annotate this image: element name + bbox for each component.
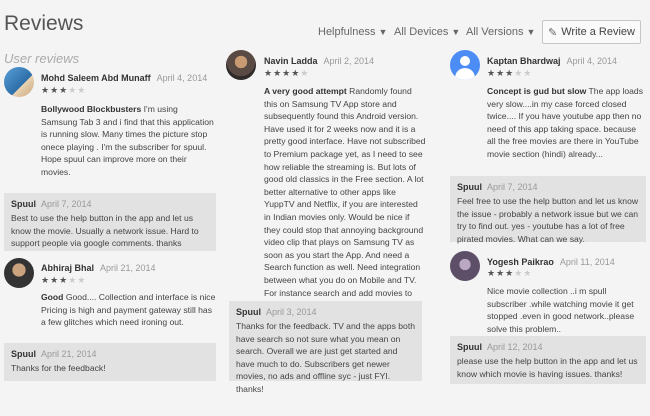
rating-stars: ★★★★★	[487, 68, 532, 79]
chevron-down-icon: ▼	[451, 27, 461, 37]
review-title: Concept is gud but slow	[487, 86, 587, 96]
reply-author: Spuul April 12, 2014	[457, 342, 639, 352]
avatar	[4, 258, 34, 288]
pencil-icon: ✎	[548, 26, 558, 39]
filter-label: All Devices	[394, 26, 449, 38]
rating-stars: ★★★★★	[487, 268, 532, 279]
reply-author-name: Spuul	[457, 182, 482, 192]
star-icon: ★★★	[487, 68, 515, 78]
reply-date: April 3, 2014	[266, 307, 317, 317]
star-empty-icon: ★	[300, 68, 310, 78]
star-empty-icon: ★★	[514, 268, 533, 278]
author-name: Navin Ladda	[264, 56, 318, 66]
reply-author: Spuul April 3, 2014	[236, 307, 415, 317]
reply-text: Feel free to use the help button and let…	[457, 196, 639, 244]
reply-author: Spuul April 21, 2014	[11, 349, 209, 359]
review-title: Good	[41, 292, 64, 302]
reply-author-name: Spuul	[11, 199, 36, 209]
reply-author: Spuul April 7, 2014	[11, 199, 209, 209]
write-review-button[interactable]: ✎ Write a Review	[542, 20, 641, 44]
reply-date: April 7, 2014	[41, 199, 92, 209]
avatar	[4, 67, 34, 97]
filter-versions[interactable]: All Versions ▼	[466, 26, 535, 38]
review-body: I'm using Samsung Tab 3 and i find that …	[41, 104, 214, 177]
chevron-down-icon: ▼	[378, 27, 388, 37]
filter-label: Helpfulness	[318, 26, 376, 38]
section-subtitle: User reviews	[4, 51, 80, 66]
review-date: April 4, 2014	[566, 56, 618, 66]
reply-author-name: Spuul	[236, 307, 261, 317]
avatar	[450, 251, 480, 281]
review-title: A very good attempt	[264, 86, 347, 96]
review-text: A very good attempt Randomly found this …	[264, 85, 426, 324]
developer-reply: Spuul April 3, 2014 Thanks for the feedba…	[229, 301, 422, 394]
author-name: Mohd Saleem Abd Munaff	[41, 73, 151, 83]
reply-author-name: Spuul	[11, 349, 36, 359]
review-author: Abhiraj Bhal April 21, 2014	[41, 263, 156, 273]
review-author: Mohd Saleem Abd Munaff April 4, 2014	[41, 73, 207, 83]
author-name: Kaptan Bhardwaj	[487, 56, 561, 66]
review-body: Randomly found this on Samsung TV App st…	[264, 86, 426, 323]
author-name: Yogesh Paikrao	[487, 257, 554, 267]
review-author: Yogesh Paikrao April 11, 2014	[487, 257, 615, 267]
review-text: Bollywood Blockbusters I'm using Samsung…	[41, 103, 216, 179]
page-title: Reviews	[4, 12, 84, 35]
review-text: Concept is gud but slow The app loads ve…	[487, 85, 646, 161]
star-icon: ★★★	[41, 275, 69, 285]
reply-text: Thanks for the feedback!	[11, 363, 106, 373]
developer-reply: Spuul April 21, 2014 Thanks for the feedb…	[4, 343, 216, 381]
star-icon: ★★★	[487, 268, 515, 278]
filter-devices[interactable]: All Devices ▼	[394, 26, 460, 38]
developer-reply: Spuul April 7, 2014 Feel free to use the …	[450, 176, 646, 244]
reply-date: April 7, 2014	[487, 182, 538, 192]
review-date: April 21, 2014	[100, 263, 156, 273]
star-icon: ★★★★	[264, 68, 301, 78]
review-author: Navin Ladda April 2, 2014	[264, 56, 374, 66]
chevron-down-icon: ▼	[526, 27, 536, 37]
review-date: April 2, 2014	[323, 56, 375, 66]
reply-text: please use the help button in the app an…	[457, 356, 638, 379]
filter-helpfulness[interactable]: Helpfulness ▼	[318, 26, 387, 38]
review-body: Nice movie collection ..i m spull subscr…	[487, 286, 635, 334]
rating-stars: ★★★★★	[41, 275, 86, 286]
reply-author-name: Spuul	[457, 342, 482, 352]
reply-author: Spuul April 7, 2014	[457, 182, 639, 192]
reply-text: Best to use the help button in the app a…	[11, 213, 199, 249]
rating-stars: ★★★★★	[41, 85, 86, 96]
avatar-default-icon	[450, 50, 480, 80]
review-text: Nice movie collection ..i m spull subscr…	[487, 285, 646, 335]
reply-date: April 12, 2014	[487, 342, 543, 352]
star-empty-icon: ★★	[68, 275, 87, 285]
developer-reply: Spuul April 12, 2014 please use the help …	[450, 336, 646, 384]
author-name: Abhiraj Bhal	[41, 263, 95, 273]
review-body: Good.... Collection and interface is nic…	[41, 292, 216, 328]
write-review-label: Write a Review	[561, 26, 635, 38]
star-empty-icon: ★★	[68, 85, 87, 95]
star-empty-icon: ★★	[514, 68, 533, 78]
review-body: The app loads very slow....in my case fo…	[487, 86, 644, 159]
review-author: Kaptan Bhardwaj April 4, 2014	[487, 56, 617, 66]
review-text: Good Good.... Collection and interface i…	[41, 291, 216, 329]
reply-date: April 21, 2014	[41, 349, 97, 359]
star-icon: ★★★	[41, 85, 69, 95]
review-date: April 4, 2014	[156, 73, 208, 83]
review-title: Bollywood Blockbusters	[41, 104, 142, 114]
filter-label: All Versions	[466, 26, 524, 38]
avatar	[226, 50, 256, 80]
rating-stars: ★★★★★	[264, 68, 309, 79]
reply-text: Thanks for the feedback. TV and the apps…	[236, 321, 415, 394]
review-date: April 11, 2014	[559, 257, 615, 267]
reviews-header: Reviews Helpfulness ▼ All Devices ▼ All …	[0, 0, 650, 50]
developer-reply: Spuul April 7, 2014 Best to use the help …	[4, 193, 216, 251]
